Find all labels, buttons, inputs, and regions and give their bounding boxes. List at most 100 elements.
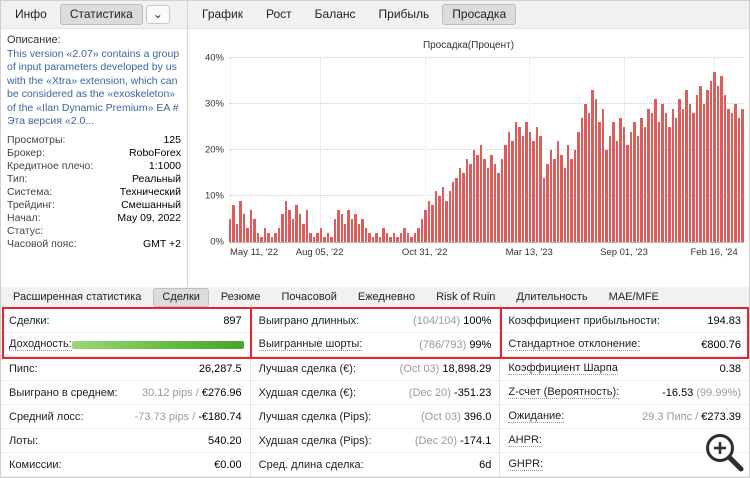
stat-label: Худшая сделка (Pips):: [258, 434, 372, 447]
stat-label: Выиграно длинных:: [258, 314, 360, 327]
info-panel-tab-1[interactable]: Статистика: [59, 3, 143, 26]
stat-row: Лоты: 540.20: [1, 429, 250, 453]
stat-label: AHPR:: [508, 434, 542, 447]
chart-tab-3[interactable]: Прибыль: [369, 4, 440, 25]
chart-tab-2[interactable]: Баланс: [305, 4, 366, 25]
magnifier-zoom-button[interactable]: [700, 428, 747, 475]
stat-label: Средний лосс:: [9, 410, 84, 423]
stat-value-main: €0.00: [214, 458, 242, 471]
drawdown-bar: [542, 177, 546, 242]
stat-value-secondary: (Dec 20): [414, 434, 461, 447]
drawdown-bar: [420, 219, 424, 242]
stat-value-main: 0.38: [719, 362, 742, 375]
drawdown-bar: [399, 232, 403, 242]
stats-tab-3[interactable]: Почасовой: [273, 288, 346, 306]
stat-label: Пипс:: [9, 362, 38, 375]
stat-value-main: 18,898.29: [442, 362, 492, 375]
dropdown-toggle-button[interactable]: ⌄: [145, 4, 170, 25]
drawdown-bar: [580, 117, 584, 242]
description-text[interactable]: This version «2.07» contains a group of …: [7, 48, 181, 129]
drawdown-bar: [361, 219, 364, 242]
drawdown-bar: [518, 127, 521, 242]
stats-tab-2[interactable]: Резюме: [212, 288, 270, 306]
drawdown-bar: [661, 104, 664, 242]
drawdown-bar: [497, 173, 500, 242]
stat-value: 29.3 Пипс / €273.39: [642, 411, 741, 423]
stat-value-main: 26,287.5: [198, 362, 242, 375]
stat-value: 26,287.5: [199, 363, 242, 375]
stat-label: Сделки:: [9, 314, 50, 327]
info-row: Брокер: RoboForex: [1, 147, 187, 160]
info-value: Технический: [119, 186, 181, 199]
drawdown-bar: [594, 99, 598, 242]
info-row: Система: Технический: [1, 186, 187, 199]
stat-label: Комиссии:: [9, 458, 62, 471]
stat-label: Худшая сделка (€):: [258, 386, 357, 399]
drawdown-bar: [452, 182, 455, 242]
drawdown-bar: [521, 136, 525, 242]
stat-row: Сделки: 897: [1, 309, 250, 333]
drawdown-bar: [678, 99, 681, 242]
drawdown-bar: [493, 163, 497, 242]
drawdown-bar: [629, 131, 633, 242]
drawdown-bar: [546, 163, 549, 242]
chart-tab-0[interactable]: График: [192, 4, 253, 25]
stat-value-main: -16.53: [662, 386, 694, 399]
drawdown-bar: [277, 228, 281, 242]
y-tick-label: 20%: [204, 144, 224, 156]
stats-tab-4[interactable]: Ежедневно: [349, 288, 424, 306]
drawdown-bar: [256, 232, 260, 242]
info-value: 125: [163, 134, 181, 147]
stat-value: -16.53 (99.99%): [662, 387, 741, 399]
drawdown-bar: [291, 219, 295, 242]
drawdown-bar: [337, 209, 340, 242]
stat-row: Стандартное отклонение: €800.76: [500, 333, 749, 357]
stat-value-main: €800.76: [701, 338, 742, 351]
drawdown-bar: [319, 228, 323, 242]
drawdown-bar: [591, 90, 594, 242]
stats-tab-7[interactable]: MAE/MFE: [600, 288, 668, 306]
drawdown-bar: [330, 237, 333, 242]
drawdown-bar: [654, 99, 657, 242]
drawdown-bar: [699, 85, 702, 242]
stat-value: 0.38: [720, 363, 741, 375]
stat-value: (Dec 20) -351.23: [409, 387, 492, 399]
drawdown-bar: [626, 145, 629, 242]
drawdown-bar: [462, 173, 465, 242]
stat-label: Коэффициент Шарпа: [508, 362, 618, 375]
drawdown-bar: [675, 117, 678, 242]
stat-value-main: €276.96: [201, 386, 242, 399]
info-label: Тип:: [7, 173, 28, 186]
y-tick-label: 10%: [204, 190, 224, 202]
x-tick-label: May 11, '22: [230, 247, 279, 258]
info-row: Просмотры: 125: [1, 134, 187, 147]
drawdown-bar: [643, 127, 647, 242]
drawdown-bar: [650, 113, 654, 242]
top-section: Инфо Статистика ⌄ Описание: This version «…: [1, 1, 749, 287]
stats-tab-6[interactable]: Длительность: [507, 288, 596, 306]
stats-tab-5[interactable]: Risk of Ruin: [427, 288, 504, 306]
info-row: Кредитное плечо: 1:1000: [1, 160, 187, 173]
drawdown-bar: [309, 232, 312, 242]
stats-tab-0[interactable]: Расширенная статистика: [4, 288, 150, 306]
chart-tab-4[interactable]: Просадка: [442, 3, 517, 26]
info-row: Часовой пояс: GMT +2: [1, 238, 187, 251]
chart-tab-1[interactable]: Рост: [256, 4, 302, 25]
stat-value: -73.73 pips / -€180.74: [135, 411, 242, 423]
stat-row: Лучшая сделка (€): (Oct 03) 18,898.29: [250, 357, 500, 381]
drawdown-bar: [427, 200, 431, 242]
stat-label: Выиграно в среднем:: [9, 386, 118, 399]
drawdown-bar: [525, 122, 528, 242]
stat-value: (Dec 20) -174.1: [415, 435, 491, 447]
stat-value-main: -351.23: [454, 386, 492, 399]
stats-tab-1[interactable]: Сделки: [153, 288, 209, 307]
description-label: Описание:: [7, 34, 61, 46]
chart-title: Просадка(Процент): [422, 40, 515, 51]
info-label: Начал:: [7, 212, 41, 225]
info-panel-tab-0[interactable]: Инфо: [5, 4, 57, 25]
info-panel: Инфо Статистика ⌄ Описание: This version «…: [1, 1, 188, 287]
drawdown-bar: [553, 159, 556, 242]
drawdown-bar: [465, 159, 469, 242]
stat-row: Коэффициент Шарпа 0.38: [500, 357, 749, 381]
stat-value: 30.12 pips / €276.96: [142, 387, 242, 399]
